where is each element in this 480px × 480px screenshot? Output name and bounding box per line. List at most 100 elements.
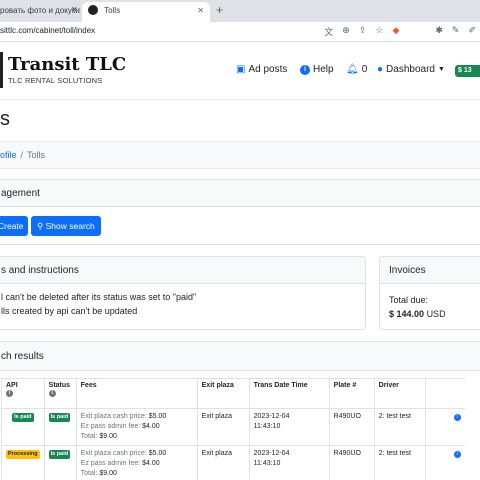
close-icon[interactable]: ✕ [71,5,78,14]
trans-time: 11:43:10 [253,423,281,430]
tab-title: ровать фото и документ [0,6,80,15]
tolls-table: API i Status i Fees Exit plaza Trans Dat… [1,378,466,480]
fee-total: $9.00 [99,470,117,477]
logo-mark [0,52,3,88]
trans-date-cell: 2023-12-04 11:43:10 [248,445,330,480]
column-header-exit-plaza[interactable]: Exit plaza [196,378,250,409]
invoices-body: Total due: $ 144.00 USD [380,284,480,321]
ez-fee: $4.00 [142,460,160,467]
page-title: s [0,108,10,130]
rules-card: s and instructions l can't be deleted af… [0,256,366,330]
invoices-card: Invoices Total due: $ 144.00 USD [379,256,480,330]
bell-icon: 🔔︎ [346,64,359,75]
column-header-api[interactable]: API i [1,378,45,409]
driver-cell[interactable]: 2: test test [373,408,426,446]
info-icon[interactable]: i [6,390,13,397]
exit-plaza-cell: Exit plaza [196,408,250,446]
trans-time: 11:43:10 [253,460,281,467]
column-header-actions [424,378,466,409]
column-header-fees[interactable]: Fees [75,378,198,409]
total-due-value: $ 144.00 USD [389,307,480,321]
extension-icon[interactable]: ✎ [452,25,460,38]
table-row[interactable]: Is paid Is paid Exit plaza cash price: $… [1,408,466,446]
cash-price: $5.00 [148,413,167,420]
favicon-icon [88,5,98,15]
search-icon: ⚲ [37,221,44,231]
brave-shield-icon[interactable]: ◆ [392,25,399,38]
fee-total: $9.00 [99,433,117,440]
brand-title[interactable]: Transit TLC [8,54,126,75]
wallet-balance-badge[interactable]: $ 13 [455,65,480,77]
driver-cell[interactable]: 2: test test [373,445,426,480]
fee-label: Ez pass admin fee: [80,460,141,467]
nav-dashboard-label: Dashboard [386,64,435,75]
new-tab-button[interactable]: + [216,3,223,17]
share-icon[interactable]: ⇪ [359,25,367,38]
rule-line: l can't be deleted after its status was … [1,292,197,302]
nav-help[interactable]: i Help [300,64,334,75]
total-due-label: Total due: [389,295,429,305]
total-due-currency: USD [426,309,446,319]
table-header-row: API i Status i Fees Exit plaza Trans Dat… [1,378,466,409]
status-cell: Is paid [43,445,77,480]
close-icon[interactable]: ✕ [197,2,204,20]
user-icon: ● [377,64,384,75]
rules-body: l can't be deleted after its status was … [0,284,365,318]
tab-title: Tolls [104,6,121,15]
api-status-badge: Processing [6,450,40,459]
cash-price: $5.00 [148,450,167,457]
actions-cell: i [424,408,466,446]
extension-icon[interactable]: ✱ [435,25,443,38]
bookmark-icon[interactable]: ☆ [375,25,383,38]
column-header-trans-date[interactable]: Trans Date Time [248,378,330,409]
rule-line: lls created by api can't be updated [1,306,138,316]
fee-label: Exit plaza cash price: [80,413,147,420]
api-status-cell: Processing [1,445,45,480]
wallet-balance: $ 13 [458,67,472,74]
browser-tab-active[interactable]: Tolls ✕ [82,2,210,22]
column-header-plate[interactable]: Plate # [328,378,375,409]
fees-cell: Exit plaza cash price: $5.00 Ez pass adm… [75,445,198,480]
column-header-driver[interactable]: Driver [373,378,426,409]
info-icon[interactable]: i [453,414,461,421]
results-card: ch results API i Status i Fees Exit plaz… [0,341,480,480]
trans-date: 2023-12-04 [253,450,290,457]
site-header: Transit TLC TLC RENTAL SOLUTIONS ▣ Ad po… [0,42,480,100]
status-cell: Is paid [43,408,77,446]
breadcrumb-separator: / [20,150,24,160]
show-search-button[interactable]: ⚲ Show search [31,216,101,236]
info-icon[interactable]: i [453,451,461,458]
image-icon: ▣ [236,64,246,75]
ez-fee: $4.00 [142,423,160,430]
info-icon[interactable]: i [48,390,56,397]
pen-icon[interactable]: ✐ [468,25,476,38]
rules-card-title: s and instructions [0,257,365,284]
status-badge: Is paid [48,413,71,422]
total-due-amount: $ 144.00 [389,309,425,319]
breadcrumb-profile-link[interactable]: ofile [0,150,17,160]
browser-toolbar: 文 ⊕ ⇪ ☆ ◆ ✱ ✎ ✐ [324,25,476,38]
browser-tab-inactive[interactable]: ровать фото и документ [0,2,80,22]
trans-date: 2023-12-04 [253,413,290,420]
browser-tab-bar: ровать фото и документ ✕ Tolls ✕ + [0,0,480,22]
info-icon: i [300,64,310,75]
zoom-icon[interactable]: ⊕ [342,25,350,38]
translate-icon[interactable]: 文 [324,25,333,38]
column-header-label: API [6,382,18,389]
nav-help-label: Help [313,64,334,75]
api-status-cell: Is paid [1,408,45,446]
management-card-title: agement [0,180,480,207]
url-field[interactable]: sittlc.com/cabinet/toll/index [0,26,95,35]
create-button[interactable]: Create [0,216,28,236]
nav-notifications[interactable]: 🔔︎ 0 [346,64,367,75]
column-header-status[interactable]: Status i [43,378,77,409]
nav-dashboard-dropdown[interactable]: ● Dashboard ▼ [377,64,445,75]
fees-cell: Exit plaza cash price: $5.00 Ez pass adm… [75,408,198,446]
address-bar: sittlc.com/cabinet/toll/index 文 ⊕ ⇪ ☆ ◆ … [0,22,480,42]
nav-ad-posts-label: Ad posts [248,64,288,75]
breadcrumb-current: Tolls [27,150,46,160]
table-row[interactable]: Processing Is paid Exit plaza cash price… [1,445,466,480]
caret-down-icon: ▼ [437,66,445,73]
nav-ad-posts[interactable]: ▣ Ad posts [236,64,287,75]
exit-plaza-cell: Exit plaza [196,445,250,480]
